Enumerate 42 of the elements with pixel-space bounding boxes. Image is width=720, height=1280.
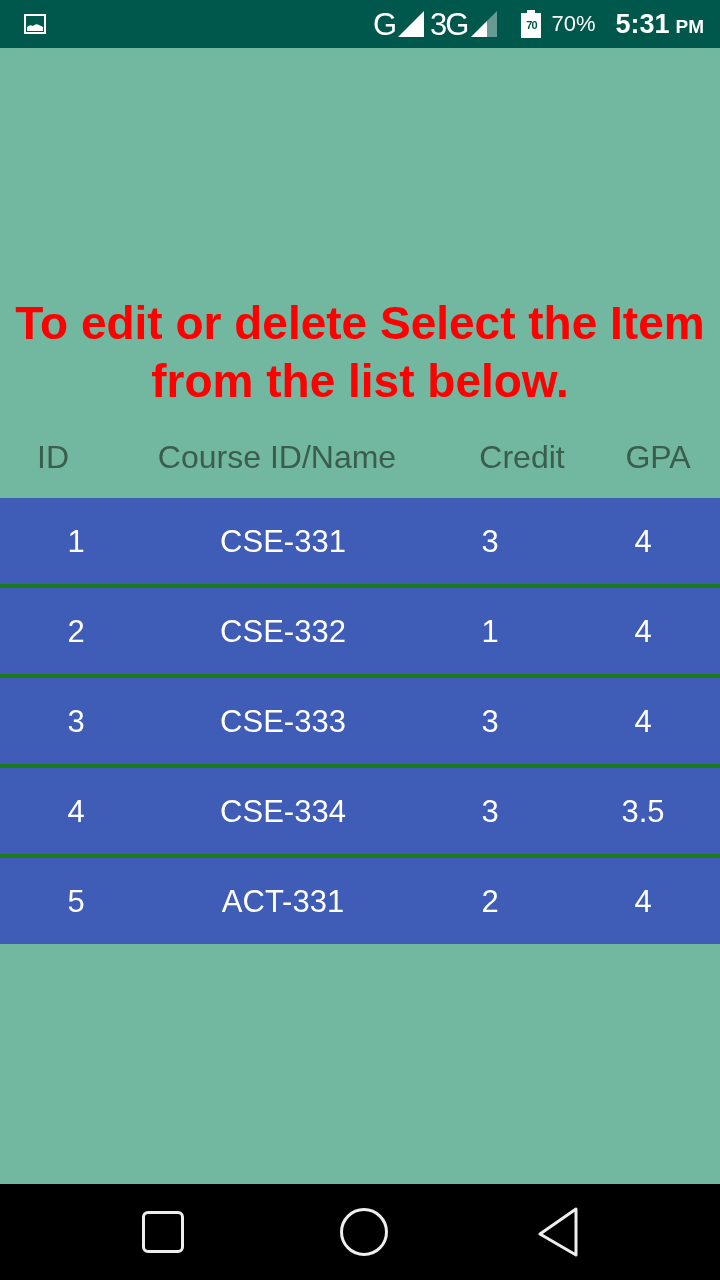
battery-percentage: 70% bbox=[551, 13, 596, 35]
instruction-text: To edit or delete Select the Item from the list below. bbox=[14, 296, 706, 409]
table-cell: 5 bbox=[67, 885, 85, 917]
column-header: Course ID/Name bbox=[157, 441, 397, 473]
list-row[interactable]: 4 CSE-334 3 3.5 bbox=[0, 768, 720, 854]
table-cell: 3 bbox=[481, 795, 499, 827]
list-row[interactable]: 3 CSE-333 3 4 bbox=[0, 678, 720, 764]
column-header: Credit bbox=[479, 441, 565, 473]
battery-indicator: 70 bbox=[521, 10, 542, 38]
table-cell: 4 bbox=[634, 525, 652, 557]
image-icon bbox=[24, 14, 46, 34]
list-row[interactable]: 5 ACT-331 2 4 bbox=[0, 858, 720, 944]
table-cell: ACT-331 bbox=[221, 885, 345, 917]
home-button[interactable] bbox=[340, 1208, 388, 1256]
table-cell: CSE-332 bbox=[220, 615, 346, 647]
signal-icon bbox=[471, 11, 498, 37]
table-cell: 2 bbox=[481, 885, 499, 917]
table-cell: 4 bbox=[634, 615, 652, 647]
table-cell: 2 bbox=[67, 615, 85, 647]
list-row[interactable]: 1 CSE-331 3 4 bbox=[0, 498, 720, 584]
back-button[interactable] bbox=[538, 1207, 578, 1257]
column-header: ID bbox=[37, 441, 69, 473]
network-type: 3G bbox=[430, 8, 468, 40]
table-cell: 4 bbox=[634, 885, 652, 917]
list-row[interactable]: 2 CSE-332 1 4 bbox=[0, 588, 720, 674]
table-cell: CSE-334 bbox=[220, 795, 346, 827]
table-cell: 3.5 bbox=[621, 795, 665, 827]
table-cell: 4 bbox=[67, 795, 85, 827]
table-cell: 4 bbox=[634, 705, 652, 737]
clock: 5:31 bbox=[615, 10, 670, 38]
table-cell: 1 bbox=[67, 525, 85, 557]
column-header: GPA bbox=[625, 441, 691, 473]
clock-period: PM bbox=[675, 16, 704, 36]
network-type: G bbox=[372, 8, 397, 40]
table-cell: CSE-331 bbox=[220, 525, 346, 557]
table-cell: CSE-333 bbox=[220, 705, 346, 737]
signal-icon bbox=[398, 11, 425, 37]
table-cell: 3 bbox=[481, 525, 499, 557]
table-cell: 1 bbox=[481, 615, 499, 647]
recent-apps-button[interactable] bbox=[142, 1211, 184, 1253]
table-cell: 3 bbox=[67, 705, 85, 737]
table-cell: 3 bbox=[481, 705, 499, 737]
